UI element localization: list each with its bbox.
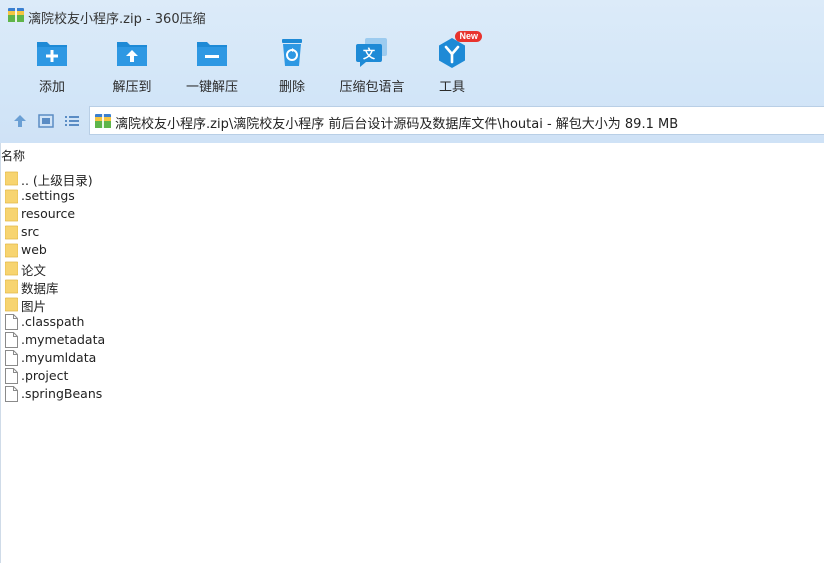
list-item[interactable]: 论文 — [0, 259, 824, 278]
folder-icon — [5, 171, 18, 186]
file-name: .settings — [21, 188, 75, 203]
list-item[interactable]: .project — [0, 367, 824, 385]
folder-icon — [5, 207, 18, 222]
extract-to-icon — [117, 42, 147, 66]
file-icon — [5, 350, 18, 366]
add-folder-icon — [37, 42, 67, 66]
one-click-extract-label: 一键解压 — [185, 80, 238, 95]
folder-icon — [5, 261, 18, 276]
delete-label: 删除 — [278, 80, 305, 95]
one-click-extract-icon — [197, 42, 227, 66]
delete-bin-icon — [282, 39, 302, 66]
folder-icon — [5, 243, 18, 258]
folder-icon — [5, 225, 18, 240]
file-list: .. (上级目录) .settings resource src web 论文 数据库 图片.… — [0, 169, 824, 403]
list-item[interactable]: 图片 — [0, 295, 824, 314]
new-badge: New — [455, 31, 482, 42]
window-chrome: 漓院校友小程序.zip - 360压缩 添加 解压到 一键解压 删除 文 压缩包… — [0, 0, 824, 143]
file-icon — [5, 314, 18, 330]
list-item[interactable]: .springBeans — [0, 385, 824, 403]
column-header: 名称 — [0, 143, 824, 163]
list-item[interactable]: .classpath — [0, 313, 824, 331]
file-name: .myumldata — [21, 350, 97, 365]
navigation-bar: 漓院校友小程序.zip\漓院校友小程序 前后台设计源码及数据库文件\houtai… — [0, 106, 824, 136]
archive-app-icon — [8, 8, 24, 22]
folder-icon — [5, 297, 18, 312]
file-icon — [5, 368, 18, 384]
folder-icon — [5, 189, 18, 204]
language-icon: 文 — [356, 38, 387, 67]
add-button[interactable]: 添加 — [12, 36, 92, 95]
extract-to-button[interactable]: 解压到 — [92, 36, 172, 95]
file-name: .project — [21, 368, 69, 383]
tools-label: 工具 — [438, 80, 465, 95]
one-click-extract-button[interactable]: 一键解压 — [172, 36, 252, 95]
list-item[interactable]: 数据库 — [0, 277, 824, 296]
title-bar: 漓院校友小程序.zip - 360压缩 — [0, 0, 824, 30]
list-item[interactable]: .. (上级目录) — [0, 169, 824, 188]
up-arrow-icon[interactable] — [12, 113, 28, 129]
tools-button[interactable]: New 工具 — [412, 31, 492, 95]
list-item[interactable]: .mymetadata — [0, 331, 824, 349]
file-name: web — [21, 242, 47, 257]
list-item[interactable]: .myumldata — [0, 349, 824, 367]
address-bar[interactable]: 漓院校友小程序.zip\漓院校友小程序 前后台设计源码及数据库文件\houtai… — [89, 106, 824, 135]
file-icon — [5, 386, 18, 402]
column-header-name[interactable]: 名称 — [1, 147, 25, 164]
list-view-icon[interactable] — [64, 113, 80, 129]
folder-icon — [5, 279, 18, 294]
file-name: .springBeans — [21, 386, 103, 401]
delete-button[interactable]: 删除 — [252, 36, 332, 95]
list-item[interactable]: resource — [0, 205, 824, 223]
archive-language-button[interactable]: 文 压缩包语言 — [332, 36, 412, 95]
list-item[interactable]: .settings — [0, 187, 824, 205]
file-name: src — [21, 224, 40, 239]
file-name: .mymetadata — [21, 332, 106, 347]
address-path: 漓院校友小程序.zip\漓院校友小程序 前后台设计源码及数据库文件\houtai… — [115, 117, 679, 132]
archive-language-label: 压缩包语言 — [339, 80, 405, 95]
list-item[interactable]: web — [0, 241, 824, 259]
thumbnail-view-icon[interactable] — [38, 113, 54, 129]
file-icon — [5, 332, 18, 348]
tools-icon-wrap: New — [435, 31, 482, 70]
file-name: resource — [21, 206, 76, 221]
window-title: 漓院校友小程序.zip - 360压缩 — [28, 12, 206, 27]
extract-to-label: 解压到 — [112, 80, 152, 95]
add-label: 添加 — [38, 80, 65, 95]
list-item[interactable]: src — [0, 223, 824, 241]
svg-text:文: 文 — [363, 46, 376, 61]
archive-icon — [95, 114, 111, 128]
file-name: .classpath — [21, 314, 85, 329]
toolbar: 添加 解压到 一键解压 删除 文 压缩包语言 New 工具 — [0, 31, 824, 98]
